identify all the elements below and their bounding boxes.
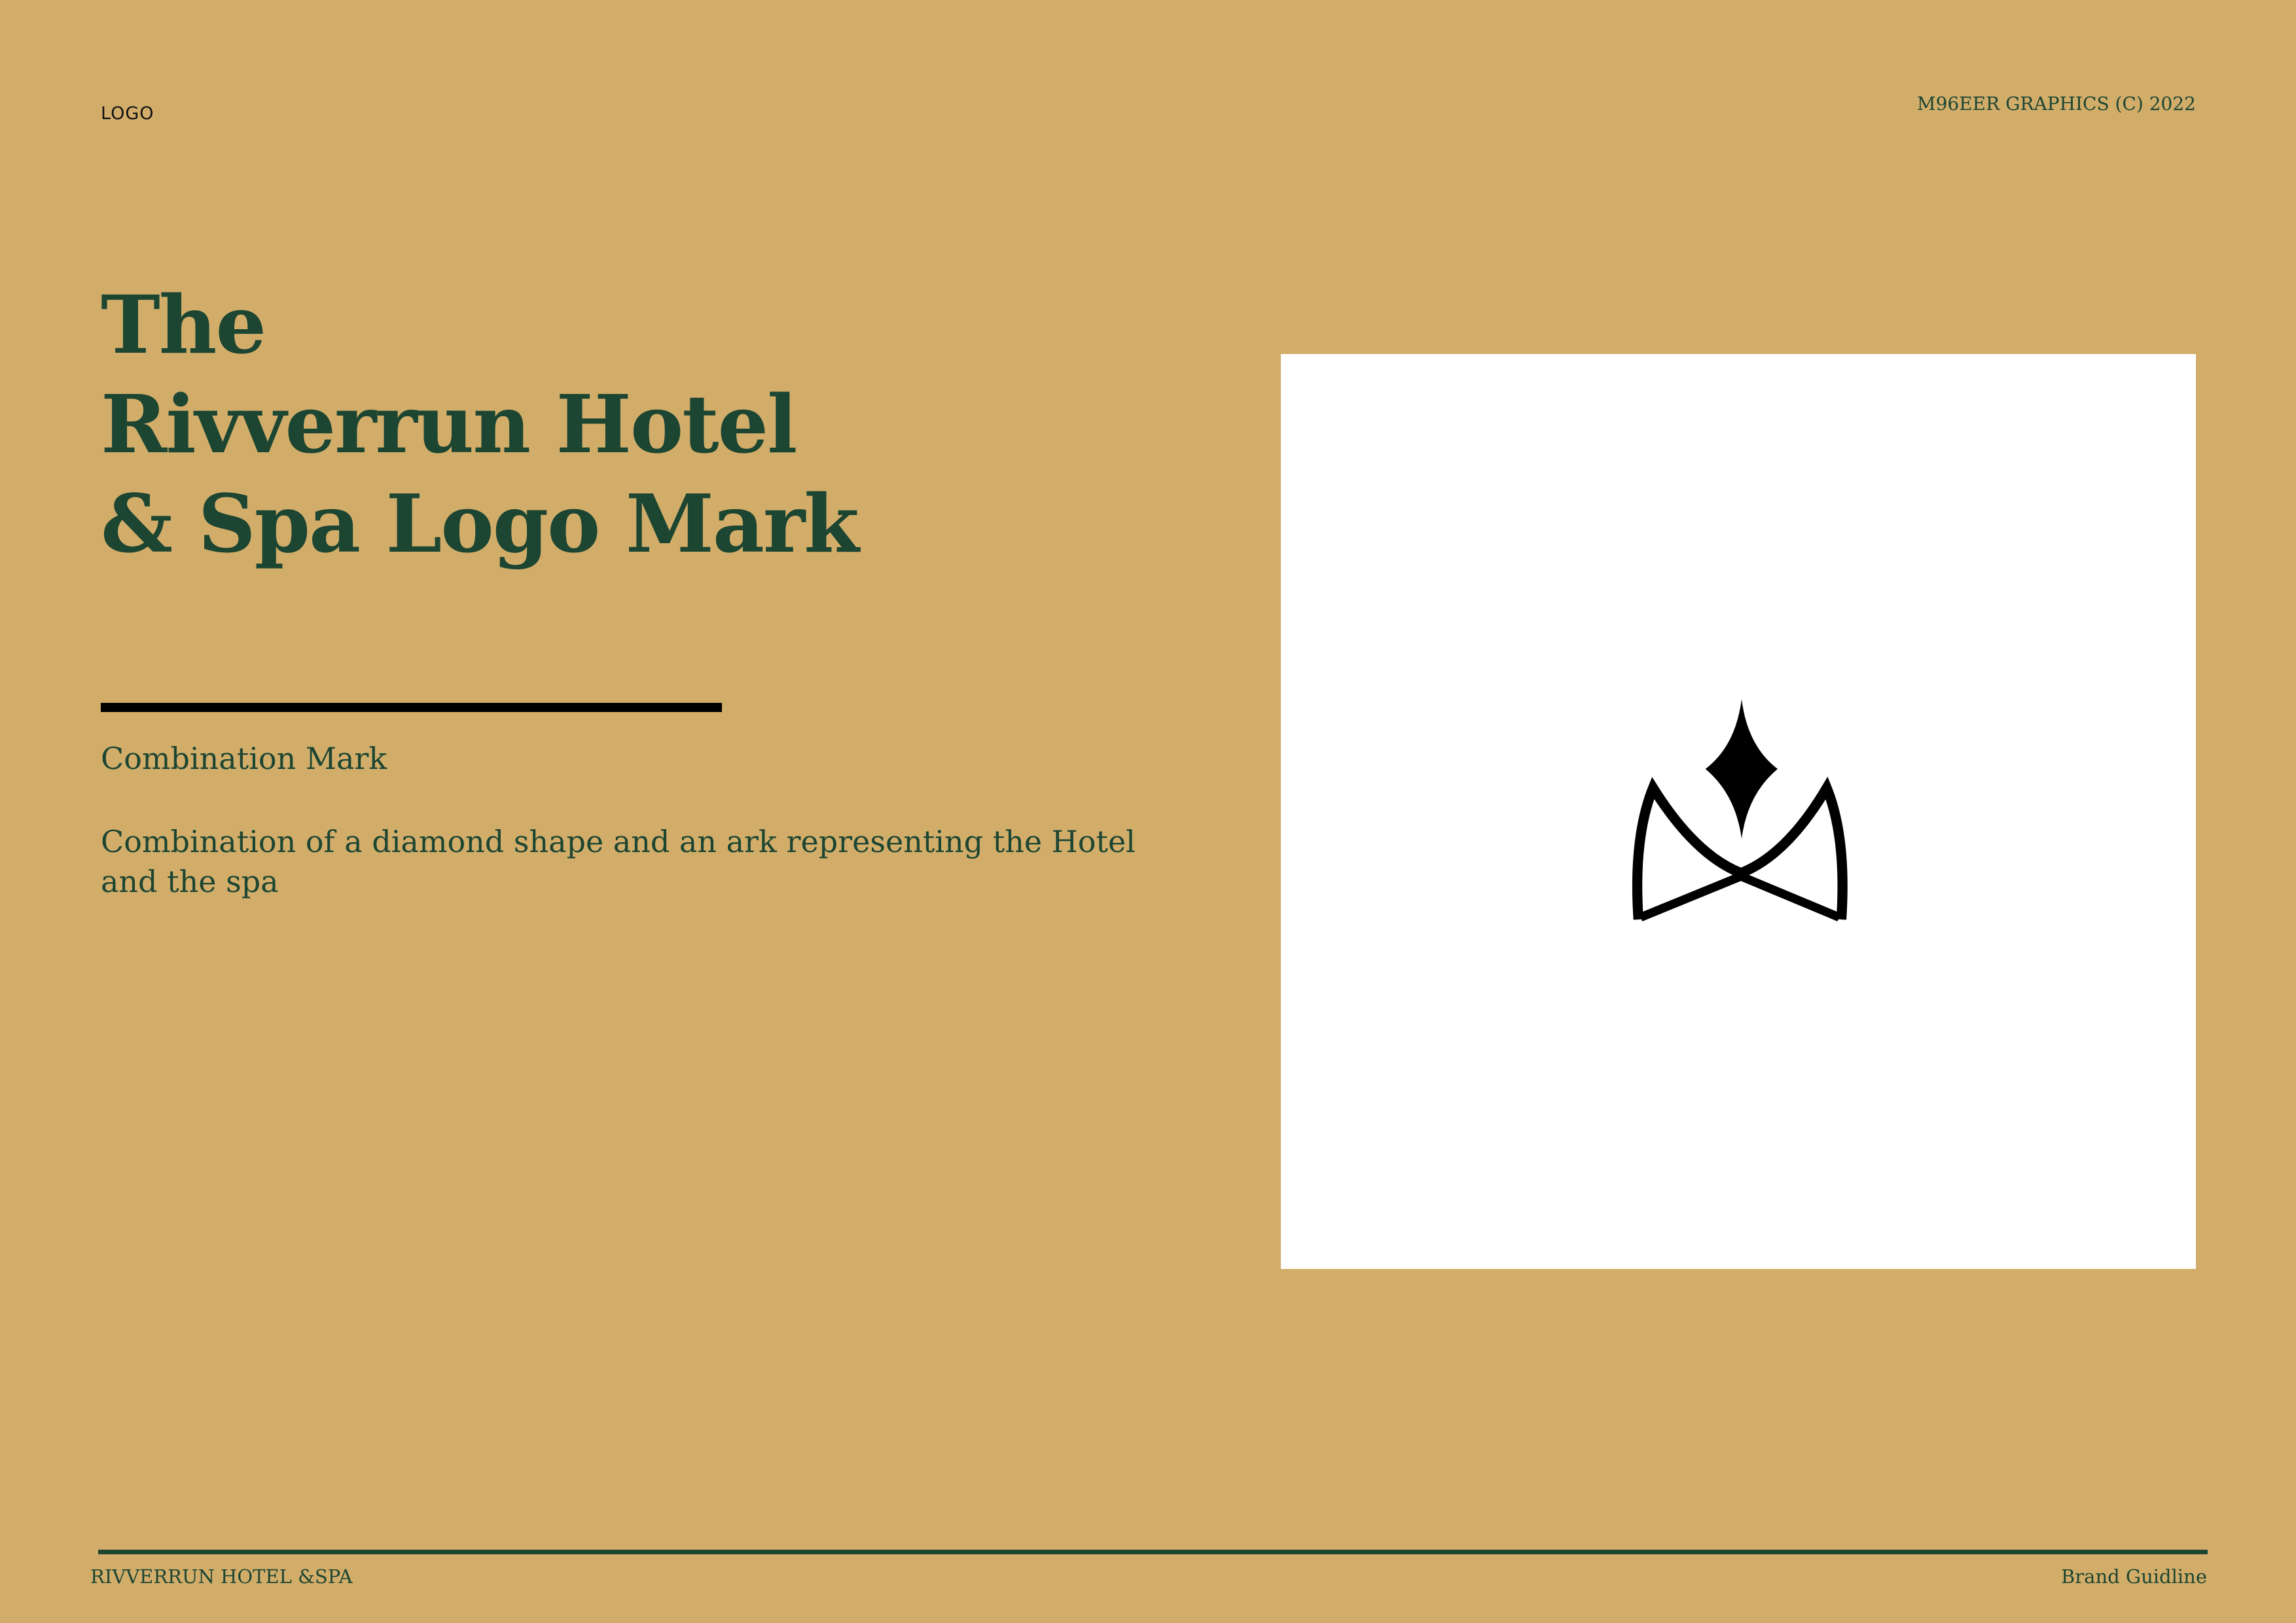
logo-label: LOGO [101, 103, 154, 124]
diamond-shape [1705, 699, 1778, 839]
title-line-3: & Spa Logo Mark [101, 476, 859, 571]
footer-brand: RIVVERRUN HOTEL &SPA [90, 1565, 353, 1588]
diamond-ark-logo-icon [1632, 699, 1848, 921]
title-line-1: The [101, 277, 266, 372]
footer-doc-title: Brand Guidline [2061, 1565, 2207, 1588]
ark-cross-lines [1639, 871, 1841, 921]
section-subtitle: Combination Mark [101, 741, 387, 776]
title-line-2: Rivverrun Hotel [101, 377, 798, 471]
copyright-text: M96EER GRAPHICS (C) 2022 [1916, 93, 2196, 115]
footer-divider [98, 1550, 2208, 1554]
page-title: The Rivverrun Hotel & Spa Logo Mark [101, 275, 859, 573]
title-divider [101, 703, 722, 712]
section-description: Combination of a diamond shape and an ar… [101, 824, 1136, 899]
